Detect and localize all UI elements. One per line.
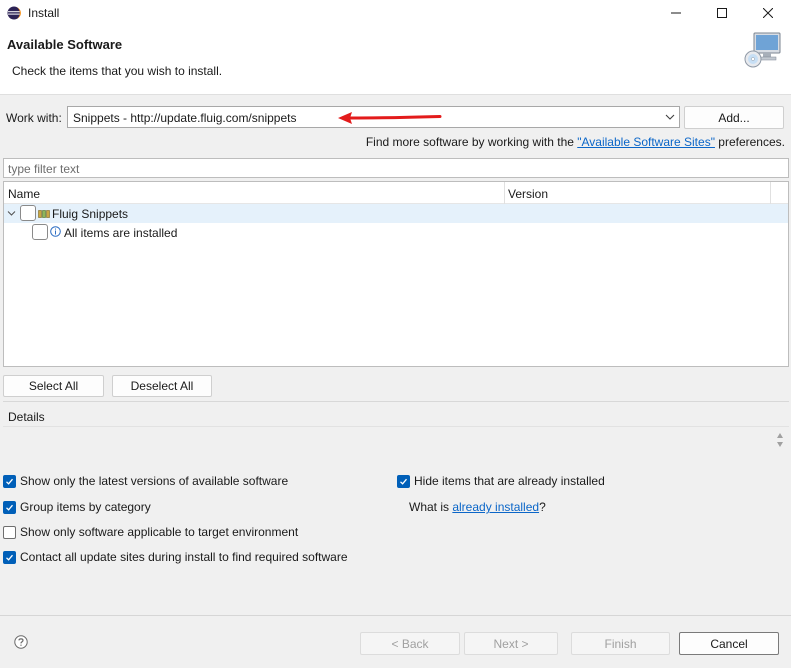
help-icon[interactable] bbox=[14, 635, 28, 649]
close-button[interactable] bbox=[745, 0, 791, 25]
finish-button[interactable]: Finish bbox=[571, 632, 670, 655]
details-label: Details bbox=[8, 410, 45, 424]
footer-separator bbox=[0, 615, 791, 616]
checkbox[interactable] bbox=[32, 224, 48, 240]
checkbox-checked[interactable] bbox=[3, 500, 16, 514]
work-with-value: Snippets - http://update.fluig.com/snipp… bbox=[73, 111, 297, 125]
checkbox-checked[interactable] bbox=[3, 474, 16, 488]
maximize-icon bbox=[717, 7, 727, 18]
tree-header: Name Version bbox=[4, 182, 788, 204]
what-is-suffix: ? bbox=[539, 500, 546, 514]
latest-versions-checkbox[interactable]: Show only the latest versions of availab… bbox=[3, 474, 288, 488]
chevron-down-icon[interactable] bbox=[665, 112, 675, 122]
column-divider bbox=[770, 182, 771, 204]
cancel-button[interactable]: Cancel bbox=[679, 632, 779, 655]
checkbox[interactable] bbox=[20, 205, 36, 221]
column-header-version[interactable]: Version bbox=[508, 187, 548, 201]
find-more-prefix: Find more software by working with the bbox=[365, 135, 578, 149]
details-separator bbox=[3, 401, 789, 402]
checkbox-checked[interactable] bbox=[397, 474, 410, 488]
column-header-name[interactable]: Name bbox=[8, 187, 40, 201]
page-title: Available Software bbox=[7, 37, 123, 52]
chevron-down-icon[interactable] bbox=[7, 209, 16, 218]
target-environment-checkbox[interactable]: Show only software applicable to target … bbox=[3, 525, 298, 539]
what-is-installed-text: What is already installed? bbox=[409, 500, 546, 514]
tree-row-all-installed[interactable]: All items are installed bbox=[4, 223, 788, 242]
wizard-header: Available Software Check the items that … bbox=[0, 25, 791, 95]
monitor-cd-icon bbox=[744, 32, 781, 68]
checkbox-label: Group items by category bbox=[20, 500, 151, 514]
minimize-icon bbox=[671, 12, 681, 13]
title-bar: Install bbox=[0, 0, 791, 25]
window-title: Install bbox=[28, 5, 60, 20]
check-icon bbox=[6, 554, 13, 561]
details-text-area[interactable] bbox=[3, 426, 789, 468]
checkbox-unchecked[interactable] bbox=[3, 525, 16, 539]
eclipse-icon bbox=[7, 6, 21, 19]
package-icon bbox=[38, 210, 50, 218]
close-icon bbox=[763, 7, 773, 18]
add-site-button[interactable]: Add... bbox=[684, 106, 784, 129]
maximize-button[interactable] bbox=[699, 0, 745, 25]
hide-installed-checkbox[interactable]: Hide items that are already installed bbox=[397, 474, 605, 488]
deselect-all-button[interactable]: Deselect All bbox=[112, 375, 212, 397]
info-icon bbox=[50, 226, 61, 237]
already-installed-link[interactable]: already installed bbox=[452, 500, 539, 514]
find-more-suffix: preferences. bbox=[714, 135, 785, 149]
checkbox-checked[interactable] bbox=[3, 550, 16, 564]
available-software-sites-link[interactable]: "Available Software Sites" bbox=[577, 135, 715, 149]
back-button[interactable]: < Back bbox=[360, 632, 460, 655]
filter-placeholder: type filter text bbox=[8, 162, 80, 176]
checkbox-label: Contact all update sites during install … bbox=[20, 550, 348, 564]
select-all-button[interactable]: Select All bbox=[3, 375, 104, 397]
tree-row-label: Fluig Snippets bbox=[52, 207, 129, 221]
minimize-button[interactable] bbox=[653, 0, 699, 25]
red-arrow-annotation bbox=[338, 112, 442, 124]
checkbox-label: Show only software applicable to target … bbox=[20, 525, 299, 539]
check-icon bbox=[6, 478, 13, 485]
tree-row-fluig-snippets[interactable]: Fluig Snippets bbox=[4, 204, 788, 223]
page-description: Check the items that you wish to install… bbox=[12, 64, 223, 78]
what-is-prefix: What is bbox=[409, 500, 453, 514]
checkbox-label: Hide items that are already installed bbox=[414, 474, 605, 488]
find-more-text: Find more software by working with the "… bbox=[366, 135, 785, 149]
check-icon bbox=[6, 504, 13, 511]
next-button[interactable]: Next > bbox=[464, 632, 558, 655]
column-divider bbox=[504, 182, 505, 204]
tree-row-label: All items are installed bbox=[64, 226, 178, 240]
check-icon bbox=[400, 478, 407, 485]
checkbox-label: Show only the latest versions of availab… bbox=[20, 474, 289, 488]
group-by-category-checkbox[interactable]: Group items by category bbox=[3, 500, 151, 514]
contact-update-sites-checkbox[interactable]: Contact all update sites during install … bbox=[3, 550, 348, 564]
scroll-arrows-icon[interactable] bbox=[776, 431, 784, 449]
software-tree[interactable]: Name Version Fluig Snippets All items ar… bbox=[3, 181, 789, 367]
filter-input[interactable]: type filter text bbox=[3, 158, 789, 178]
work-with-label: Work with: bbox=[6, 111, 62, 125]
